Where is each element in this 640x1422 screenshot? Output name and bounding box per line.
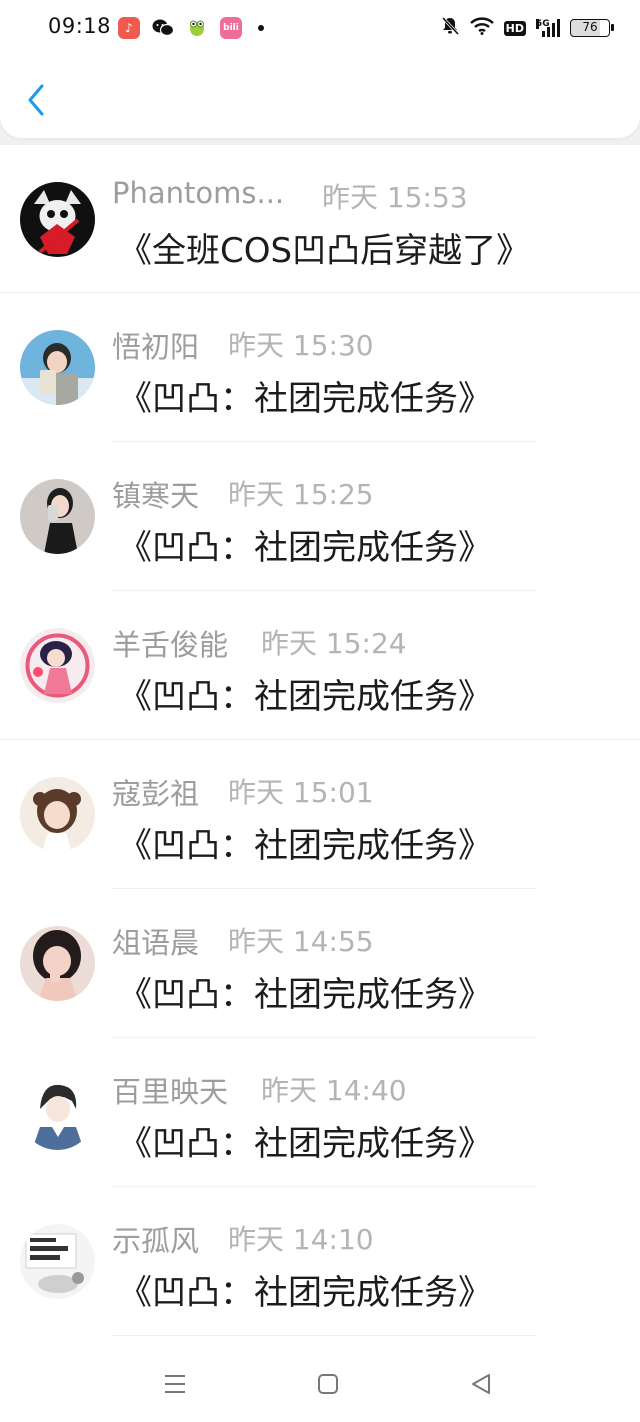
music-icon: ♪ [118,17,140,39]
timestamp: 昨天 15:25 [228,478,374,511]
menu-button[interactable] [155,1369,195,1399]
avatar[interactable] [20,1224,95,1299]
hd-badge: HD [503,20,526,36]
message-preview: 《凹凸：社团完成任务》 [118,975,492,1015]
username: 百里映天 [112,1075,229,1109]
list-item[interactable]: 悟初阳 昨天 15:30 《凹凸：社团完成任务》 [0,293,640,442]
top-nav-bar [0,58,640,138]
message-list: Phantoms... 昨天 15:53 《全班COS凹凸后穿越了》 悟初阳 昨… [0,145,640,1343]
timestamp: 昨天 14:55 [228,925,374,958]
status-time: 09:18 [48,14,112,38]
username: Phantoms... [112,176,285,210]
wechat-icon [152,17,174,39]
wifi-icon [469,17,494,39]
signal-icon: 5G [536,19,560,37]
list-item[interactable]: 示孤风 昨天 14:10 《凹凸：社团完成任务》 [0,1187,640,1336]
timestamp: 昨天 14:10 [228,1223,374,1256]
timestamp: 昨天 15:30 [228,329,374,362]
avatar[interactable] [20,479,95,554]
username: 俎语晨 [112,926,200,960]
username: 羊舌俊能 [112,628,229,662]
timestamp: 昨天 15:53 [322,181,468,214]
message-preview: 《凹凸：社团完成任务》 [118,528,492,568]
message-preview: 《全班COS凹凸后穿越了》 [118,231,531,271]
message-preview: 《凹凸：社团完成任务》 [118,826,492,866]
divider [112,1335,537,1336]
username: 悟初阳 [112,330,200,364]
timestamp: 昨天 15:01 [228,776,374,809]
home-icon [318,1374,338,1394]
list-item[interactable]: Phantoms... 昨天 15:53 《全班COS凹凸后穿越了》 [0,145,640,293]
avatar[interactable] [20,628,95,703]
username: 镇寒天 [112,479,200,513]
avatar[interactable] [20,330,95,405]
system-nav-bar [0,1343,640,1422]
timestamp: 昨天 15:24 [261,627,407,660]
list-item[interactable]: 百里映天 昨天 14:40 《凹凸：社团完成任务》 [0,1038,640,1187]
avatar[interactable] [20,1075,95,1150]
back-nav-button[interactable] [461,1369,501,1399]
notification-icons: ♪ bili [118,17,264,39]
back-triangle-icon [472,1374,490,1394]
battery-icon: 76 [570,19,614,37]
network-label: 5G [536,19,550,29]
back-button[interactable] [18,80,54,120]
message-preview: 《凹凸：社团完成任务》 [118,1124,492,1164]
timestamp: 昨天 14:40 [261,1074,407,1107]
more-notifications-dot [258,25,264,31]
bilibili-icon: bili [220,17,242,39]
menu-icon [165,1375,185,1393]
status-bar: 09:18 ♪ bili HD 5G 76 [0,0,640,58]
avatar[interactable] [20,182,95,257]
message-preview: 《凹凸：社团完成任务》 [118,379,492,419]
mute-bell-icon [440,16,460,40]
avatar[interactable] [20,926,95,1001]
list-item[interactable]: 羊舌俊能 昨天 15:24 《凹凸：社团完成任务》 [0,591,640,740]
list-item[interactable]: 寇彭祖 昨天 15:01 《凹凸：社团完成任务》 [0,740,640,889]
username: 寇彭祖 [112,777,200,811]
username: 示孤风 [112,1224,200,1258]
system-icons: HD 5G 76 [440,16,614,40]
message-preview: 《凹凸：社团完成任务》 [118,1273,492,1313]
home-button[interactable] [308,1369,348,1399]
avatar[interactable] [20,777,95,852]
list-item[interactable]: 俎语晨 昨天 14:55 《凹凸：社团完成任务》 [0,889,640,1038]
chevron-left-icon [28,84,44,116]
frog-app-icon [186,17,208,39]
message-preview: 《凹凸：社团完成任务》 [118,677,492,717]
list-item[interactable]: 镇寒天 昨天 15:25 《凹凸：社团完成任务》 [0,442,640,591]
